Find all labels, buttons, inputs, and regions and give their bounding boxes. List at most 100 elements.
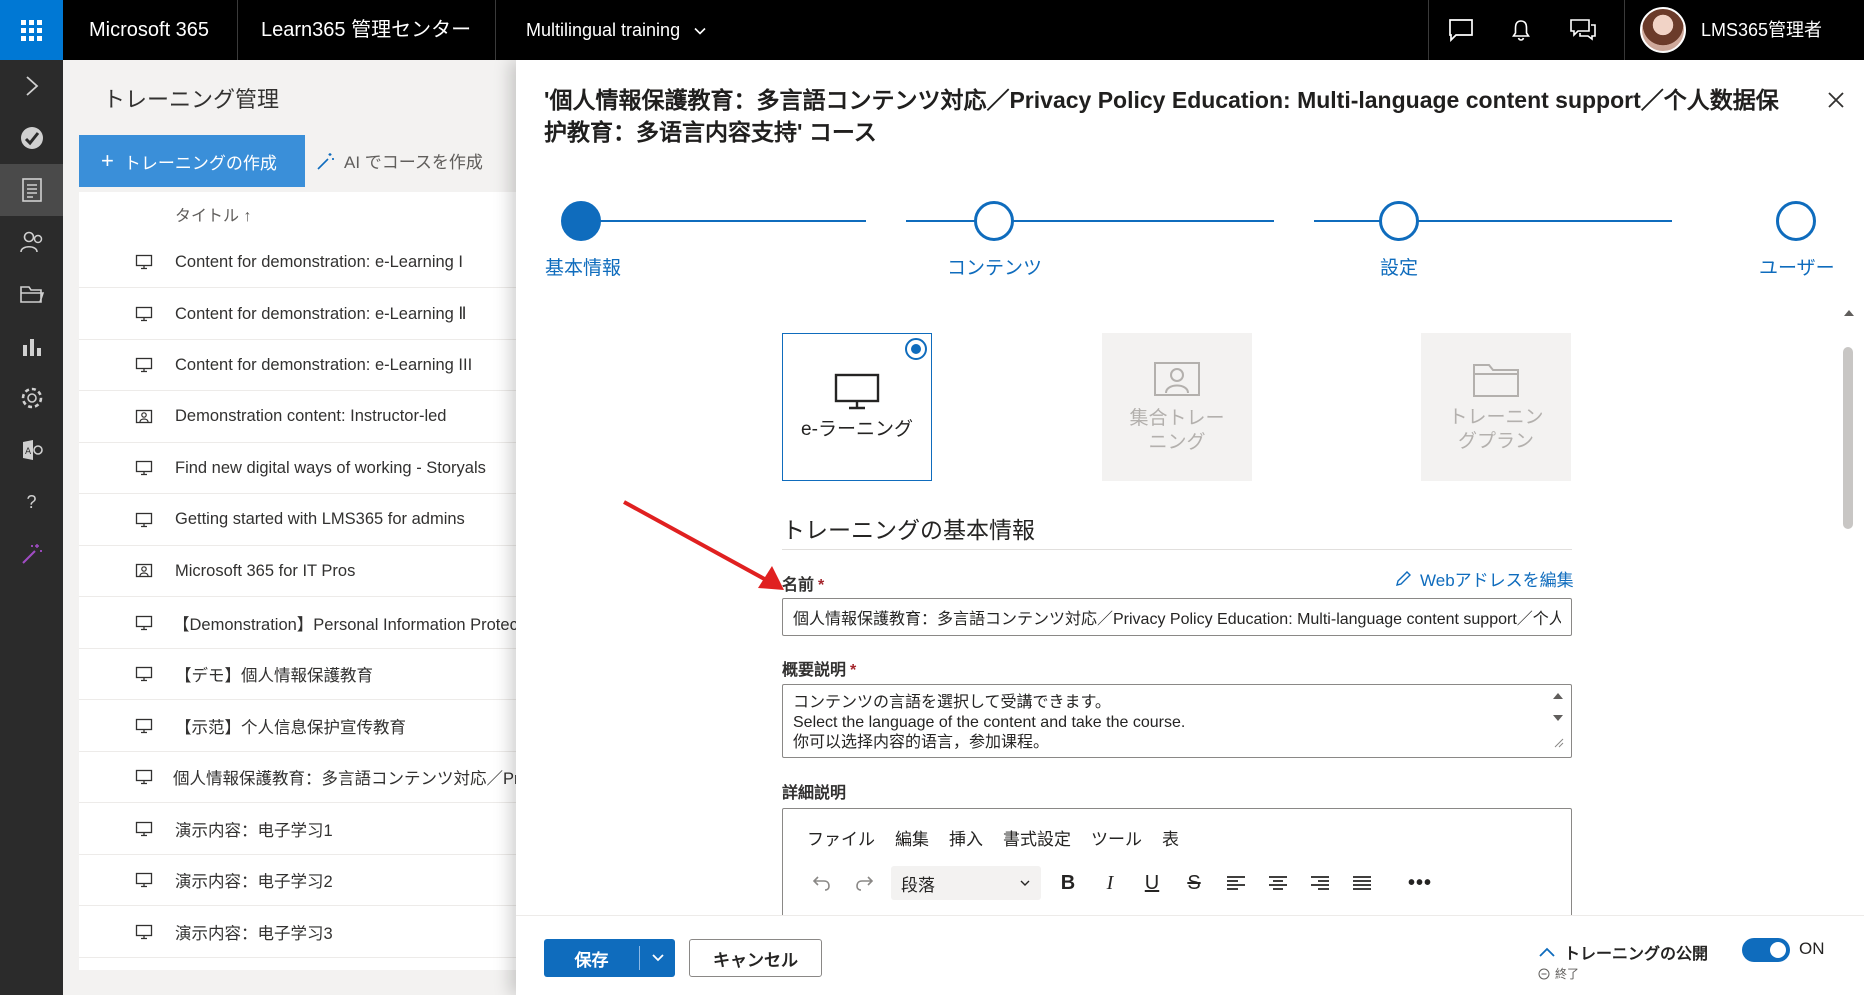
stop-circle-icon bbox=[1538, 968, 1550, 979]
magic-wand-icon bbox=[317, 152, 334, 170]
list-item[interactable]: 【デモ】個人情報保護教育 bbox=[79, 649, 519, 700]
paragraph-select-value: 段落 bbox=[901, 875, 935, 895]
menu-tools[interactable]: ツール bbox=[1091, 825, 1142, 850]
align-center-icon[interactable] bbox=[1257, 865, 1299, 901]
align-right-icon[interactable] bbox=[1299, 865, 1341, 901]
menu-edit[interactable]: 編集 bbox=[895, 825, 929, 850]
users-icon[interactable] bbox=[0, 216, 63, 268]
user-name[interactable]: LMS365管理者 bbox=[1701, 0, 1822, 60]
monitor-icon bbox=[135, 306, 155, 322]
publish-expander[interactable]: トレーニングの公開 bbox=[1538, 940, 1708, 964]
list-item-title: 演示内容：电子学习2 bbox=[175, 873, 333, 891]
app-name[interactable]: Microsoft 365 bbox=[89, 0, 209, 60]
left-rail: A ? bbox=[0, 60, 63, 995]
list-item[interactable]: 【Demonstration】Personal Information Prot… bbox=[79, 598, 519, 649]
list-item[interactable]: Getting started with LMS365 for admins bbox=[79, 495, 519, 546]
bold-icon[interactable]: B bbox=[1047, 865, 1089, 901]
type-plan-label: トレーニングプラン bbox=[1448, 407, 1544, 452]
menu-table[interactable]: 表 bbox=[1162, 825, 1179, 850]
ai-create-course-button[interactable]: AI でコースを作成 bbox=[316, 148, 483, 173]
paragraph-select[interactable]: 段落 bbox=[891, 866, 1041, 900]
menu-insert[interactable]: 挿入 bbox=[949, 825, 983, 850]
list-item[interactable]: 演示内容：电子学习2 bbox=[79, 855, 519, 906]
waffle-icon[interactable] bbox=[0, 0, 63, 60]
list-item[interactable]: 演示内容：电子学习3 bbox=[79, 907, 519, 958]
publish-toggle[interactable] bbox=[1742, 938, 1790, 962]
tenant-selector[interactable]: Multilingual training bbox=[526, 0, 707, 60]
step-basic-info-label[interactable]: 基本情報 bbox=[545, 253, 621, 280]
step-settings-dot[interactable] bbox=[1379, 201, 1419, 241]
underline-icon[interactable]: U bbox=[1131, 865, 1173, 901]
list-item-title: Microsoft 365 for IT Pros bbox=[175, 561, 356, 580]
redo-icon[interactable] bbox=[843, 865, 885, 901]
app-icon[interactable]: A bbox=[0, 424, 63, 476]
step-basic-info-dot[interactable] bbox=[561, 201, 601, 241]
step-settings-label[interactable]: 設定 bbox=[1380, 253, 1418, 280]
list-item[interactable]: Microsoft 365 for IT Pros bbox=[79, 546, 519, 597]
folder-icon[interactable] bbox=[0, 268, 63, 320]
avatar[interactable] bbox=[1640, 7, 1686, 53]
list-item[interactable]: Demonstration content: Instructor-led bbox=[79, 392, 519, 443]
learn365-icon[interactable] bbox=[0, 112, 63, 164]
justify-icon[interactable] bbox=[1341, 865, 1383, 901]
edit-web-address-link[interactable]: Webアドレスを編集 bbox=[1394, 566, 1574, 591]
save-button[interactable]: 保存 bbox=[544, 939, 675, 977]
undo-icon[interactable] bbox=[801, 865, 843, 901]
list-item[interactable]: Content for demonstration: e-Learning Ⅱ bbox=[79, 289, 519, 340]
more-icon[interactable]: ••• bbox=[1399, 865, 1441, 901]
expand-icon[interactable] bbox=[0, 60, 63, 112]
chevron-down-icon bbox=[1020, 880, 1030, 886]
list-item[interactable]: 個人情報保護教育：多言語コンテンツ対応／Privacy bbox=[79, 752, 519, 803]
italic-icon[interactable]: I bbox=[1089, 865, 1131, 901]
list-item[interactable]: 演示内容：电子学习1 bbox=[79, 804, 519, 855]
list-item[interactable]: Find new digital ways of working - Story… bbox=[79, 443, 519, 494]
training-list: タイトル ↑ Content for demonstration: e-Lear… bbox=[79, 192, 519, 970]
classroom-icon bbox=[135, 563, 155, 579]
tenant-name: Multilingual training bbox=[526, 20, 681, 40]
create-training-button[interactable]: + トレーニングの作成 bbox=[79, 135, 305, 187]
training-icon[interactable] bbox=[0, 164, 63, 216]
summary-label: 概要説明 * bbox=[782, 656, 856, 680]
list-item[interactable]: 【示范】个人信息保护宣传教育 bbox=[79, 701, 519, 752]
summary-line: コンテンツの言語を選択して受講できます。 bbox=[793, 694, 1111, 711]
panel-scrollbar[interactable] bbox=[1841, 305, 1857, 965]
list-item[interactable]: Content for demonstration: e-Learning II… bbox=[79, 340, 519, 391]
magic-wand-icon[interactable] bbox=[0, 528, 63, 580]
bell-icon[interactable] bbox=[1503, 12, 1539, 48]
step-users-label[interactable]: ユーザー bbox=[1759, 253, 1835, 280]
save-options-chevron-icon[interactable] bbox=[640, 953, 675, 963]
step-contents-label[interactable]: コンテンツ bbox=[947, 253, 1042, 280]
top-bar: Microsoft 365 Learn365 管理センター Multilingu… bbox=[0, 0, 1864, 60]
scroll-up-icon[interactable] bbox=[1841, 305, 1857, 321]
chat-icon[interactable] bbox=[1443, 12, 1479, 48]
admin-center-title[interactable]: Learn365 管理センター bbox=[261, 0, 471, 60]
menu-file[interactable]: ファイル bbox=[807, 825, 875, 850]
name-field[interactable] bbox=[782, 598, 1572, 636]
settings-icon[interactable] bbox=[0, 372, 63, 424]
reports-icon[interactable] bbox=[0, 320, 63, 372]
step-connector bbox=[1314, 220, 1672, 222]
help-icon[interactable]: ? bbox=[0, 476, 63, 528]
monitor-icon bbox=[135, 769, 153, 785]
textarea-scrollbar[interactable] bbox=[1551, 689, 1565, 749]
pencil-icon bbox=[1396, 570, 1411, 586]
summary-line: 你可以选择内容的语言，参加课程。 bbox=[793, 734, 1050, 751]
step-users-dot[interactable] bbox=[1776, 201, 1816, 241]
type-card-classroom[interactable]: 集合トレーニング bbox=[1102, 333, 1252, 481]
cancel-button[interactable]: キャンセル bbox=[689, 939, 822, 977]
menu-format[interactable]: 書式設定 bbox=[1003, 825, 1071, 850]
type-card-plan[interactable]: トレーニングプラン bbox=[1421, 333, 1571, 481]
feedback-icon[interactable] bbox=[1565, 12, 1601, 48]
list-item[interactable]: Content for demonstration: e-Learning I bbox=[79, 237, 519, 288]
section-title: トレーニングの基本情報 bbox=[782, 517, 1035, 543]
monitor-icon bbox=[135, 872, 155, 888]
column-title-header[interactable]: タイトル ↑ bbox=[175, 202, 251, 226]
align-left-icon[interactable] bbox=[1215, 865, 1257, 901]
publish-label: トレーニングの公開 bbox=[1564, 946, 1709, 963]
scroll-thumb[interactable] bbox=[1843, 347, 1853, 529]
summary-textarea[interactable]: コンテンツの言語を選択して受講できます。 Select the language… bbox=[782, 684, 1572, 758]
type-card-elearning[interactable]: e-ラーニング bbox=[782, 333, 932, 481]
close-icon[interactable] bbox=[1824, 88, 1848, 112]
step-contents-dot[interactable] bbox=[974, 201, 1014, 241]
strikethrough-icon[interactable]: S bbox=[1173, 865, 1215, 901]
